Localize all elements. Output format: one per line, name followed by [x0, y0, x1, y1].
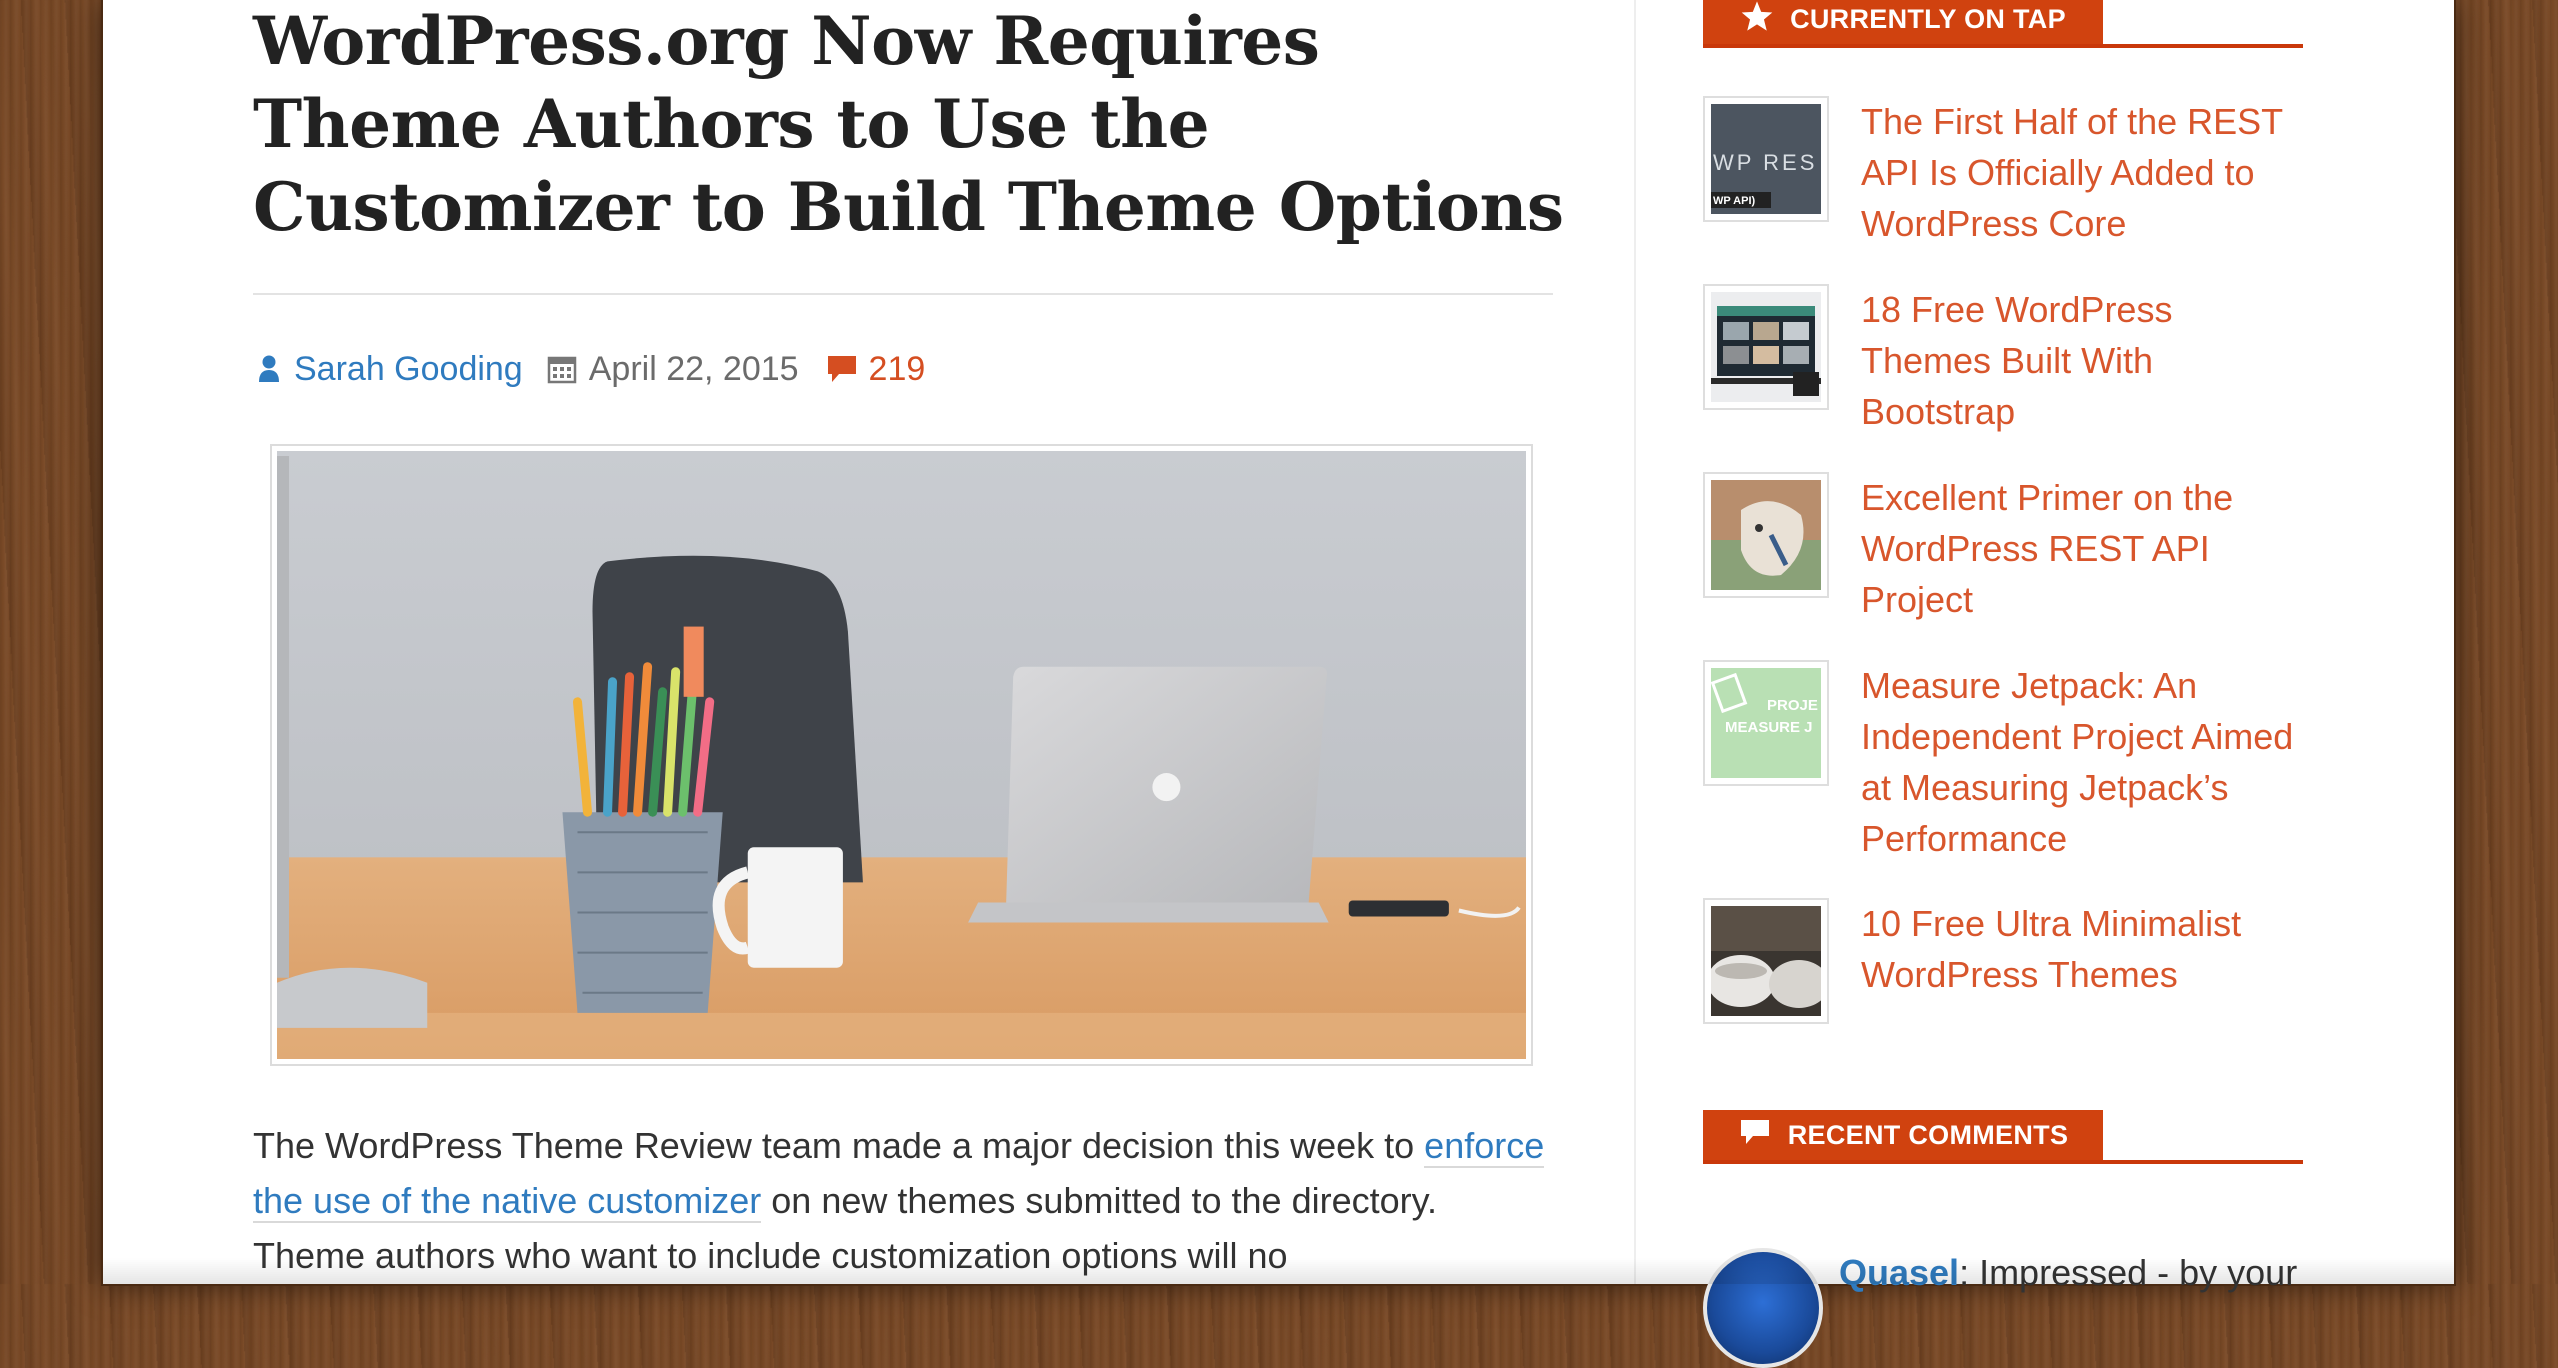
post-thumbnail[interactable] — [1703, 472, 1829, 598]
sidebar-post-item: Excellent Primer on the WordPress REST A… — [1703, 472, 2303, 622]
post-thumbnail[interactable] — [1703, 898, 1829, 1024]
post-thumbnail[interactable]: PROJE MEASURE J — [1703, 660, 1829, 786]
bottom-fade — [103, 1258, 2454, 1284]
post-title-link[interactable]: Measure Jetpack: An Independent Project … — [1861, 660, 2301, 864]
recent-comments-tab: RECENT COMMENTS — [1703, 1110, 2103, 1160]
post-title-link[interactable]: Excellent Primer on the WordPress REST A… — [1861, 472, 2301, 625]
post-date: April 22, 2015 — [588, 349, 799, 388]
article-title[interactable]: WordPress.org Now Requires Theme Authors… — [253, 0, 1573, 249]
widget-title: RECENT COMMENTS — [1787, 1119, 2069, 1150]
post-title-link[interactable]: The First Half of the REST API Is Offici… — [1861, 96, 2301, 249]
comment-bubble-icon[interactable] — [825, 353, 859, 385]
sidebar-post-item: 18 Free WordPress Themes Built With Boot… — [1703, 284, 2303, 434]
featured-image — [270, 444, 1533, 1066]
post-title-link[interactable]: 18 Free WordPress Themes Built With Boot… — [1861, 284, 2301, 437]
currently-on-tap-widget-header: CURRENTLY ON TAP — [1703, 0, 2303, 48]
star-icon — [1740, 0, 1774, 39]
thumb-badge: WP API) — [1713, 195, 1756, 207]
thumb-line-2: MEASURE J — [1725, 719, 1813, 736]
currently-on-tap-tab: CURRENTLY ON TAP — [1703, 0, 2103, 44]
title-divider — [253, 293, 1553, 295]
thumb-line-1: PROJE — [1767, 697, 1818, 714]
user-icon — [258, 354, 280, 384]
calendar-icon — [547, 354, 577, 384]
post-title-link[interactable]: 10 Free Ultra Minimalist WordPress Theme… — [1861, 898, 2301, 1000]
article-meta: Sarah Gooding April 22, 2015 219 — [258, 345, 925, 393]
content-sidebar-divider — [1634, 0, 1636, 1284]
widget-title: CURRENTLY ON TAP — [1790, 3, 2066, 34]
sidebar-post-item: PROJE MEASURE J Measure Jetpack: An Inde… — [1703, 660, 2303, 860]
speech-bubble-icon — [1738, 1116, 1772, 1155]
body-text-start: The WordPress Theme Review team made a m… — [253, 1125, 1425, 1166]
sidebar-post-item: 10 Free Ultra Minimalist WordPress Theme… — [1703, 898, 2303, 1028]
sidebar-post-item: WP RES WP API) The First Half of the RES… — [1703, 96, 2303, 246]
comment-count-link[interactable]: 219 — [869, 350, 926, 389]
post-thumbnail[interactable] — [1703, 284, 1829, 410]
recent-comments-widget-header: RECENT COMMENTS — [1703, 1110, 2303, 1164]
author-link[interactable]: Sarah Gooding — [294, 350, 523, 389]
post-thumbnail[interactable]: WP RES WP API) — [1703, 96, 1829, 222]
thumb-text: WP RES — [1713, 150, 1817, 175]
